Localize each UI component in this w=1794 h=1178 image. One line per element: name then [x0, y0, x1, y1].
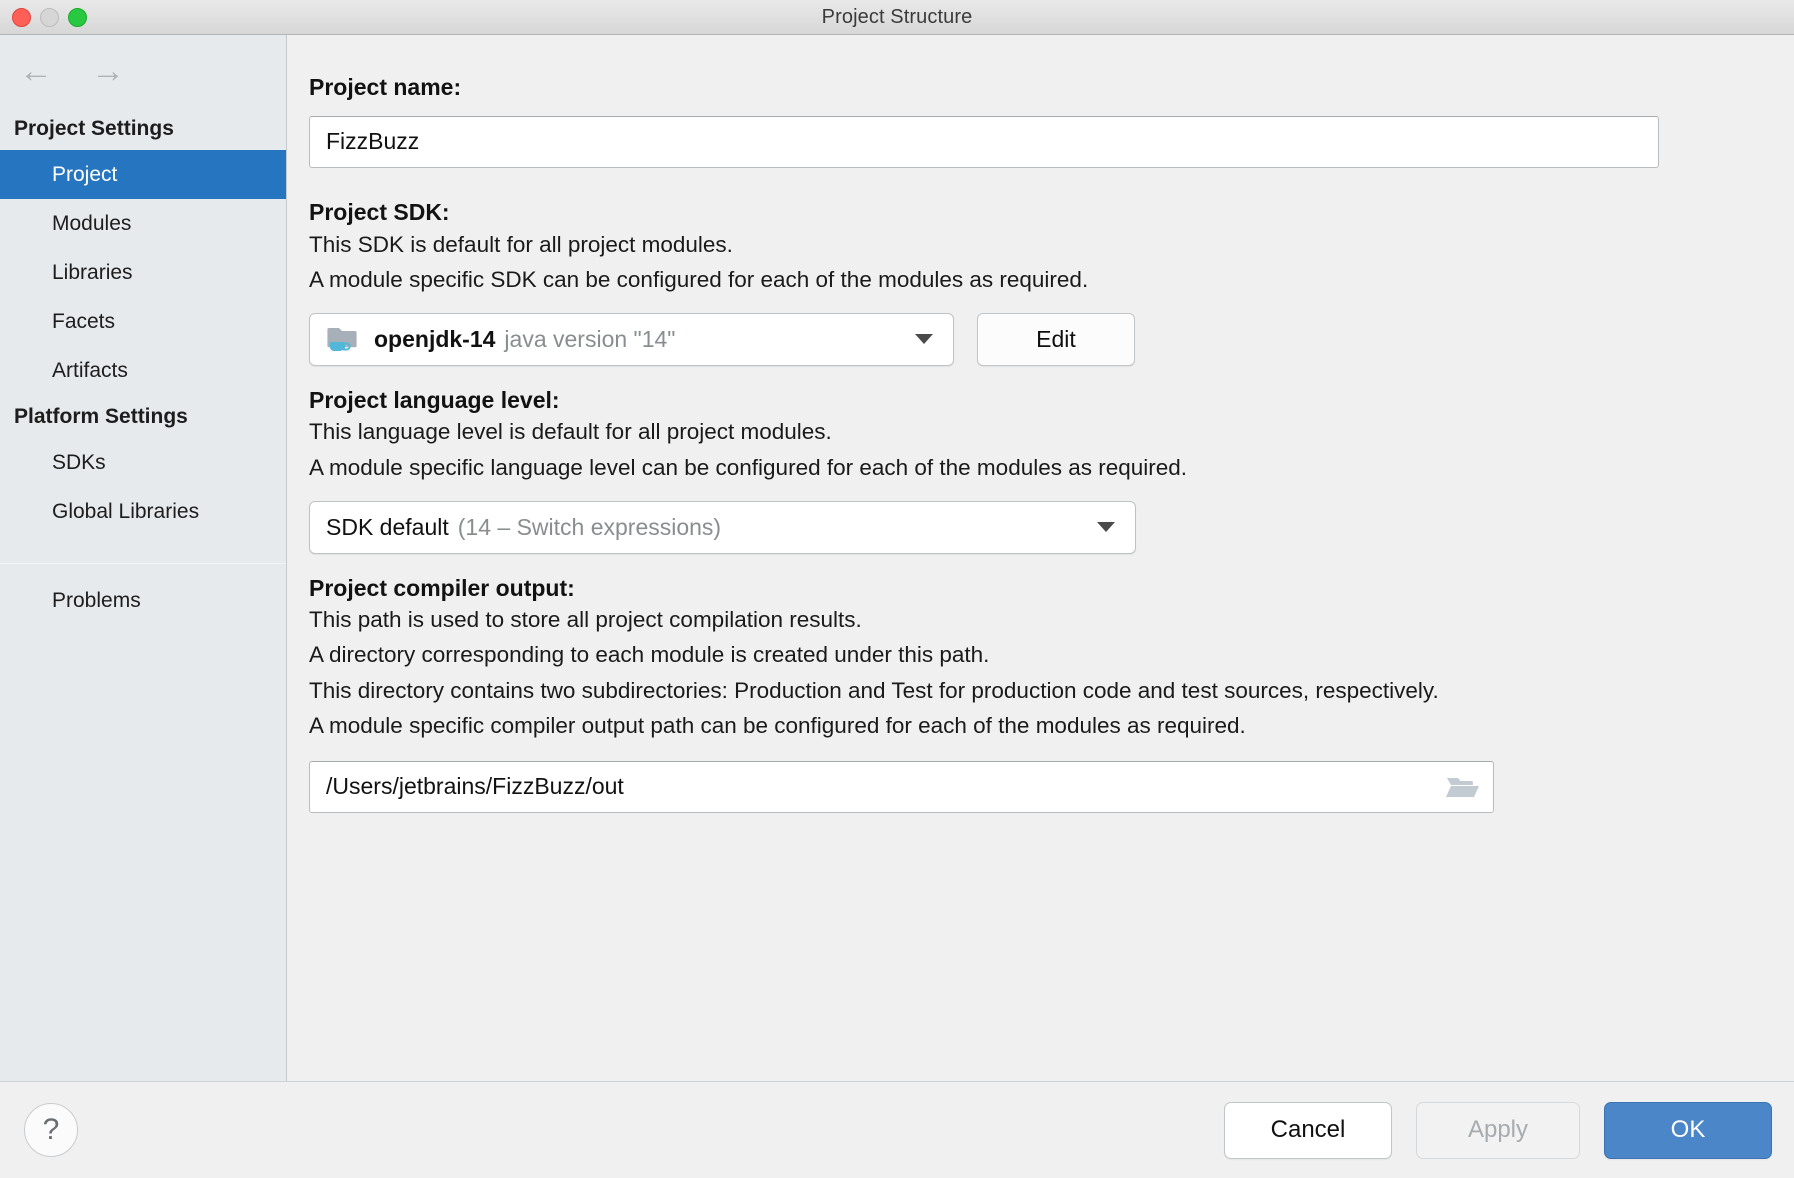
- language-level-value: SDK default (14 – Switch expressions): [326, 514, 721, 541]
- project-sdk-label: Project SDK:: [309, 198, 1764, 227]
- project-structure-dialog: Project Structure ← → Project Settings P…: [0, 0, 1794, 1178]
- sidebar-item-artifacts[interactable]: Artifacts: [0, 346, 286, 395]
- traffic-light-buttons: [12, 0, 87, 35]
- ok-button[interactable]: OK: [1604, 1102, 1772, 1159]
- minimize-button[interactable]: [40, 8, 59, 27]
- jdk-folder-icon: [326, 324, 360, 354]
- question-mark-icon: ?: [43, 1113, 60, 1147]
- language-level-detail: (14 – Switch expressions): [458, 514, 721, 540]
- compiler-output-value: /Users/jetbrains/FizzBuzz/out: [326, 773, 1445, 800]
- project-sdk-desc-line-1: This SDK is default for all project modu…: [309, 227, 1764, 262]
- compiler-output-input[interactable]: /Users/jetbrains/FizzBuzz/out: [309, 761, 1494, 813]
- sidebar-item-problems[interactable]: Problems: [0, 576, 286, 625]
- footer-button-group: Cancel Apply OK: [1224, 1102, 1772, 1159]
- sidebar-item-label: Problems: [52, 589, 141, 613]
- chevron-down-icon: [1097, 522, 1115, 532]
- navigation-arrows: ← →: [0, 35, 286, 107]
- sidebar-group-platform-settings: Platform Settings: [0, 395, 286, 438]
- sidebar-group-project-settings: Project Settings: [0, 107, 286, 150]
- compiler-output-label: Project compiler output:: [309, 574, 1764, 603]
- sidebar-item-project[interactable]: Project: [0, 150, 286, 199]
- project-sdk-desc-line-2: A module specific SDK can be configured …: [309, 262, 1764, 297]
- chevron-down-icon: [915, 334, 933, 344]
- project-sdk-dropdown[interactable]: openjdk-14 java version "14": [309, 313, 954, 366]
- compiler-output-desc-line-4: A module specific compiler output path c…: [309, 708, 1499, 743]
- sidebar-item-label: Global Libraries: [52, 500, 199, 524]
- language-level-label: Project language level:: [309, 386, 1764, 415]
- project-sdk-value: openjdk-14 java version "14": [374, 326, 675, 353]
- compiler-output-desc-line-3: This directory contains two subdirectori…: [309, 673, 1499, 708]
- help-button[interactable]: ?: [24, 1103, 78, 1157]
- apply-button[interactable]: Apply: [1416, 1102, 1580, 1159]
- cancel-button[interactable]: Cancel: [1224, 1102, 1392, 1159]
- edit-sdk-button[interactable]: Edit: [977, 313, 1135, 366]
- language-level-dropdown[interactable]: SDK default (14 – Switch expressions): [309, 501, 1136, 554]
- project-sdk-detail: java version "14": [504, 326, 675, 352]
- folder-open-icon[interactable]: [1445, 773, 1481, 801]
- project-name-input[interactable]: FizzBuzz: [309, 116, 1659, 168]
- dialog-footer: ? Cancel Apply OK: [0, 1081, 1794, 1178]
- sidebar-item-global-libraries[interactable]: Global Libraries: [0, 487, 286, 536]
- forward-arrow-icon[interactable]: →: [86, 53, 130, 89]
- project-name-value: FizzBuzz: [326, 128, 419, 155]
- dialog-body: ← → Project Settings Project Modules Lib…: [0, 35, 1794, 1081]
- compiler-output-desc-line-1: This path is used to store all project c…: [309, 602, 1764, 637]
- sidebar-divider: [0, 563, 286, 564]
- sidebar-item-label: SDKs: [52, 451, 106, 475]
- title-bar: Project Structure: [0, 0, 1794, 35]
- sidebar-item-label: Project: [52, 163, 117, 187]
- sidebar-item-label: Artifacts: [52, 359, 128, 383]
- sidebar-item-libraries[interactable]: Libraries: [0, 248, 286, 297]
- sidebar: ← → Project Settings Project Modules Lib…: [0, 35, 287, 1081]
- project-name-label: Project name:: [309, 73, 1764, 102]
- sidebar-item-sdks[interactable]: SDKs: [0, 438, 286, 487]
- sidebar-item-label: Libraries: [52, 261, 133, 285]
- settings-panel: Project name: FizzBuzz Project SDK: This…: [287, 35, 1794, 1081]
- sidebar-item-facets[interactable]: Facets: [0, 297, 286, 346]
- back-arrow-icon[interactable]: ←: [14, 53, 58, 89]
- sidebar-item-modules[interactable]: Modules: [0, 199, 286, 248]
- language-level-name: SDK default: [326, 514, 449, 540]
- sidebar-item-label: Modules: [52, 212, 131, 236]
- language-level-desc-line-2: A module specific language level can be …: [309, 450, 1764, 485]
- project-sdk-name: openjdk-14: [374, 326, 495, 352]
- zoom-button[interactable]: [68, 8, 87, 27]
- close-button[interactable]: [12, 8, 31, 27]
- project-sdk-row: openjdk-14 java version "14" Edit: [309, 313, 1764, 366]
- sidebar-item-label: Facets: [52, 310, 115, 334]
- window-title: Project Structure: [822, 6, 973, 29]
- language-level-desc-line-1: This language level is default for all p…: [309, 414, 1764, 449]
- compiler-output-desc-line-2: A directory corresponding to each module…: [309, 637, 1764, 672]
